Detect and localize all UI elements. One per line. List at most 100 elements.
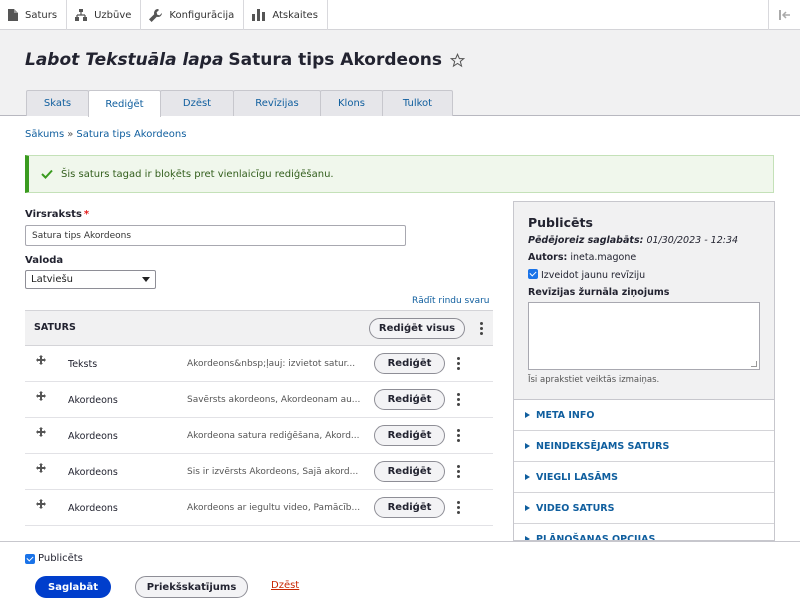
table-header: SATURS Rediģēt visus [25,310,493,346]
row-actions-kebab-icon[interactable] [457,465,461,480]
tab-translate[interactable]: Tulkot [382,90,453,116]
last-saved-label: Pēdējoreiz saglabāts: [528,235,644,246]
tab-revisions[interactable]: Revīzijas [233,90,321,116]
paragraph-type: Akordeons [68,395,118,406]
meta-sidebar: Publicēts Pēdējoreiz saglabāts: 01/30/20… [513,201,775,541]
edit-paragraph-button[interactable]: Rediģēt [374,353,445,374]
toolbar-item-configuration[interactable]: Konfigurācija [141,0,245,30]
table-row: Akordeons Šis ir izvērsts Akordeons, Šajā… [25,454,493,490]
title-label: Virsraksts * [25,209,89,220]
tab-edit[interactable]: Rediģēt [88,90,161,117]
paragraph-type: Akordeons [68,431,118,442]
show-row-weights-link[interactable]: Rādīt rindu svaru [412,296,490,306]
edit-paragraph-button[interactable]: Rediģēt [374,497,445,518]
paragraph-summary: Akordeons ar iegultu video, Pamācīb... [187,503,361,513]
tab-label: Klons [337,98,365,109]
paragraph-type: Akordeons [68,467,118,478]
drag-handle-icon[interactable] [36,463,46,473]
drag-handle-icon[interactable] [36,391,46,401]
row-actions-kebab-icon[interactable] [457,429,461,444]
tab-clone[interactable]: Klons [320,90,383,116]
sidebar-section-toggle[interactable]: PLĀNOŠANAS OPCIJAS [514,524,774,541]
paragraph-summary: Šis ir izvērsts Akordeons, Šajā akord... [187,467,359,477]
table-actions-kebab-icon[interactable] [480,322,484,337]
admin-toolbar: Saturs Uzbūve Konfigurācija Atskaites [0,0,800,30]
title-input[interactable] [25,225,406,246]
author: Autors: ineta.magone [528,252,760,263]
toolbar-item-content[interactable]: Saturs [0,0,68,30]
breadcrumb-current-link[interactable]: Satura tips Akordeons [76,129,186,140]
status-message-text: Šis saturs tagad ir bloķēts pret vienlai… [61,168,334,180]
language-select[interactable]: Latviešu [25,270,156,289]
tab-label: Rediģēt [105,98,144,110]
published-label: Publicēts [38,553,83,564]
last-saved-value: 01/30/2023 - 12:34 [646,235,739,246]
collapse-tray-icon [778,10,790,20]
paragraphs-table: SATURS Rediģēt visus Teksts Akordeons&nbs… [25,310,493,526]
preview-button[interactable]: Priekšskatījums [135,576,248,598]
edit-paragraph-button[interactable]: Rediģēt [374,461,445,482]
new-revision-option[interactable]: Izveidot jaunu revīziju [528,269,760,281]
drag-handle-icon[interactable] [36,355,46,365]
checkmark-icon [41,169,53,179]
required-mark: * [83,209,90,220]
bar-chart-icon [252,9,266,21]
caret-right-icon [525,443,530,449]
page-header: Labot Tekstuāla lapa Satura tips Akordeo… [0,30,800,117]
chevron-down-icon [142,277,150,282]
local-tasks-tabs: Skats Rediģēt Dzēst Revīzijas Klons Tulk… [26,90,453,117]
sidebar-section-label: PLĀNOŠANAS OPCIJAS [536,533,656,541]
sidebar-section-toggle[interactable]: NEINDEKSĒJAMS SATURS [514,431,774,462]
sidebar-section-label: META INFO [536,409,595,421]
published-option[interactable]: Publicēts [25,553,83,564]
revision-log-label: Revīzijas žurnāla ziņojums [528,287,670,298]
tab-delete[interactable]: Dzēst [160,90,234,116]
form-actions: Publicēts Saglabāt Priekšskatījums Dzēst [0,541,800,611]
table-row: Teksts Akordeons&nbsp;ļauj: izvietot satu… [25,346,493,382]
tab-label: Revīzijas [255,98,299,109]
toolbar-orientation-toggle[interactable] [768,0,800,30]
row-actions-kebab-icon[interactable] [457,357,461,372]
last-saved: Pēdējoreiz saglabāts: 01/30/2023 - 12:34 [528,235,760,246]
edit-paragraph-button[interactable]: Rediģēt [374,425,445,446]
paragraph-summary: Akordeona satura rediģēšana, Akord... [187,431,360,441]
breadcrumb-home-link[interactable]: Sākums [25,129,64,140]
drag-handle-icon[interactable] [36,499,46,509]
toolbar-item-label: Atskaites [272,9,318,21]
wrench-icon [149,8,163,22]
toolbar-item-label: Saturs [25,9,58,21]
page-title-text: Satura tips Akordeons [228,50,442,70]
published-checkbox[interactable] [25,553,35,564]
edit-paragraph-button[interactable]: Rediģēt [374,389,445,410]
toolbar-item-reports[interactable]: Atskaites [244,0,328,30]
save-button[interactable]: Saglabāt [35,576,111,598]
breadcrumb: Sākums» Satura tips Akordeons [25,129,186,140]
new-revision-checkbox[interactable] [528,269,538,279]
table-row: Akordeons Akordeons ar iegultu video, Pam… [25,490,493,526]
tab-view[interactable]: Skats [26,90,89,116]
language-label: Valoda [25,255,64,266]
language-select-value: Latviešu [31,274,74,285]
row-actions-kebab-icon[interactable] [457,393,461,408]
sidebar-section-toggle[interactable]: VIEGLI LASĀMS [514,462,774,493]
breadcrumb-separator: » [67,129,74,140]
tab-label: Skats [43,98,72,109]
resize-handle[interactable] [751,361,757,367]
drag-handle-icon[interactable] [36,427,46,437]
tab-label: Dzēst [182,98,212,109]
sidebar-section-toggle[interactable]: VIDEO SATURS [514,493,774,524]
structure-icon [75,9,88,21]
sidebar-section-label: VIEGLI LASĀMS [536,471,618,483]
paragraph-summary: Akordeons&nbsp;ļauj: izvietot satur... [187,359,356,369]
row-actions-kebab-icon[interactable] [457,501,461,516]
star-icon[interactable] [449,52,465,68]
revision-log-textarea[interactable] [528,302,760,370]
paragraph-type: Akordeons [68,503,118,514]
delete-link[interactable]: Dzēst [271,580,299,591]
sidebar-section-label: VIDEO SATURS [536,502,615,514]
edit-all-button[interactable]: Rediģēt visus [369,318,465,339]
sidebar-section-toggle[interactable]: META INFO [514,400,774,431]
page-title-italic: Labot Tekstuāla lapa [25,50,224,70]
toolbar-item-structure[interactable]: Uzbūve [67,0,142,30]
page-title: Labot Tekstuāla lapa Satura tips Akordeo… [25,50,465,70]
